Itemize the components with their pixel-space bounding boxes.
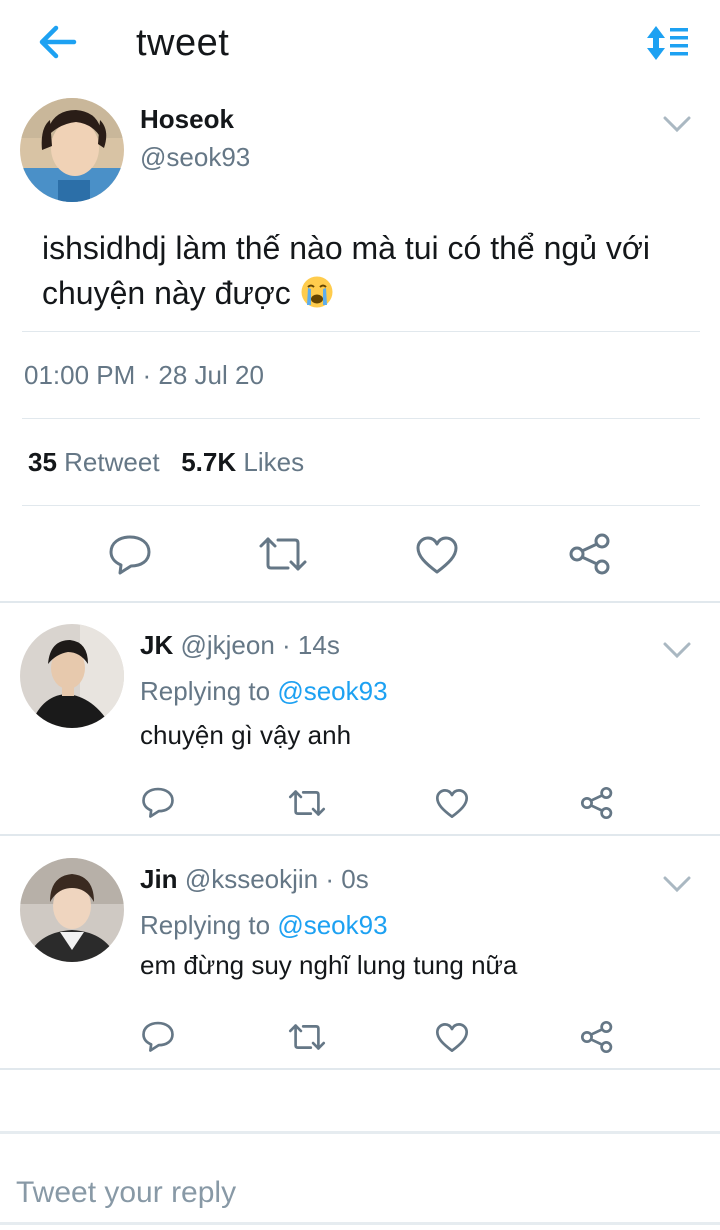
replying-to: Replying to @seok93 [140, 910, 388, 941]
back-arrow-icon[interactable] [36, 22, 80, 62]
divider [22, 505, 700, 506]
share-icon[interactable] [580, 786, 614, 825]
tweet-text-content: ishsidhdj làm thế nào mà tui có thể ngủ … [42, 230, 650, 311]
author-handle[interactable]: @ksseokjin [185, 864, 318, 894]
reply-header: JK @jkjeon · 14s [140, 630, 340, 661]
retweet-count[interactable]: 35 [28, 447, 57, 477]
author-name[interactable]: JK [140, 630, 173, 660]
retweet-label[interactable]: Retweet [64, 447, 159, 477]
avatar[interactable] [20, 98, 124, 202]
author-name[interactable]: Hoseok [140, 104, 234, 135]
like-icon[interactable] [435, 1022, 469, 1058]
reply-icon[interactable] [141, 786, 175, 823]
page-title: tweet [136, 22, 230, 64]
reply-header: Jin @ksseokjin · 0s [140, 864, 369, 895]
divider [22, 418, 700, 419]
loudly-crying-face-emoji [300, 275, 334, 309]
like-icon[interactable] [435, 788, 469, 824]
reply-time: · 0s [325, 864, 369, 894]
likes-label[interactable]: Likes [243, 447, 304, 477]
divider [0, 834, 720, 836]
reply-icon[interactable] [108, 533, 152, 580]
retweet-icon[interactable] [258, 535, 308, 578]
avatar[interactable] [20, 624, 124, 728]
share-icon[interactable] [568, 532, 612, 581]
tweet-stats: 35 Retweet 5.7K Likes [28, 447, 304, 478]
like-icon[interactable] [415, 535, 459, 580]
avatar[interactable] [20, 858, 124, 962]
replying-to: Replying to @seok93 [140, 676, 388, 707]
reply-compose-input[interactable]: Tweet your reply [16, 1176, 706, 1220]
tweet-text: ishsidhdj làm thế nào mà tui có thể ngủ … [42, 226, 692, 316]
chevron-down-icon[interactable] [662, 640, 692, 660]
reply-time: · 14s [282, 630, 340, 660]
divider [0, 1068, 720, 1070]
reply-text: em đừng suy nghĩ lung tung nữa [140, 950, 518, 980]
compose-divider [0, 1131, 720, 1134]
retweet-icon[interactable] [288, 788, 326, 823]
chevron-down-icon[interactable] [662, 114, 692, 134]
retweet-icon[interactable] [288, 1022, 326, 1057]
divider [0, 601, 720, 603]
header: tweet [0, 0, 720, 90]
sort-icon[interactable] [646, 24, 690, 62]
author-name[interactable]: Jin [140, 864, 178, 894]
divider [22, 331, 700, 332]
share-icon[interactable] [580, 1020, 614, 1059]
mention-link[interactable]: @seok93 [277, 676, 387, 706]
likes-count[interactable]: 5.7K [181, 447, 236, 477]
compose-divider [0, 1222, 720, 1225]
author-handle[interactable]: @jkjeon [180, 630, 274, 660]
chevron-down-icon[interactable] [662, 874, 692, 894]
reply-text: chuyện gì vậy anh [140, 720, 352, 750]
mention-link[interactable]: @seok93 [277, 910, 387, 940]
author-handle[interactable]: @seok93 [140, 142, 250, 173]
reply-icon[interactable] [141, 1020, 175, 1057]
tweet-timestamp: 01:00 PM · 28 Jul 20 [24, 360, 264, 390]
replying-label: Replying to [140, 910, 271, 940]
replying-label: Replying to [140, 676, 271, 706]
